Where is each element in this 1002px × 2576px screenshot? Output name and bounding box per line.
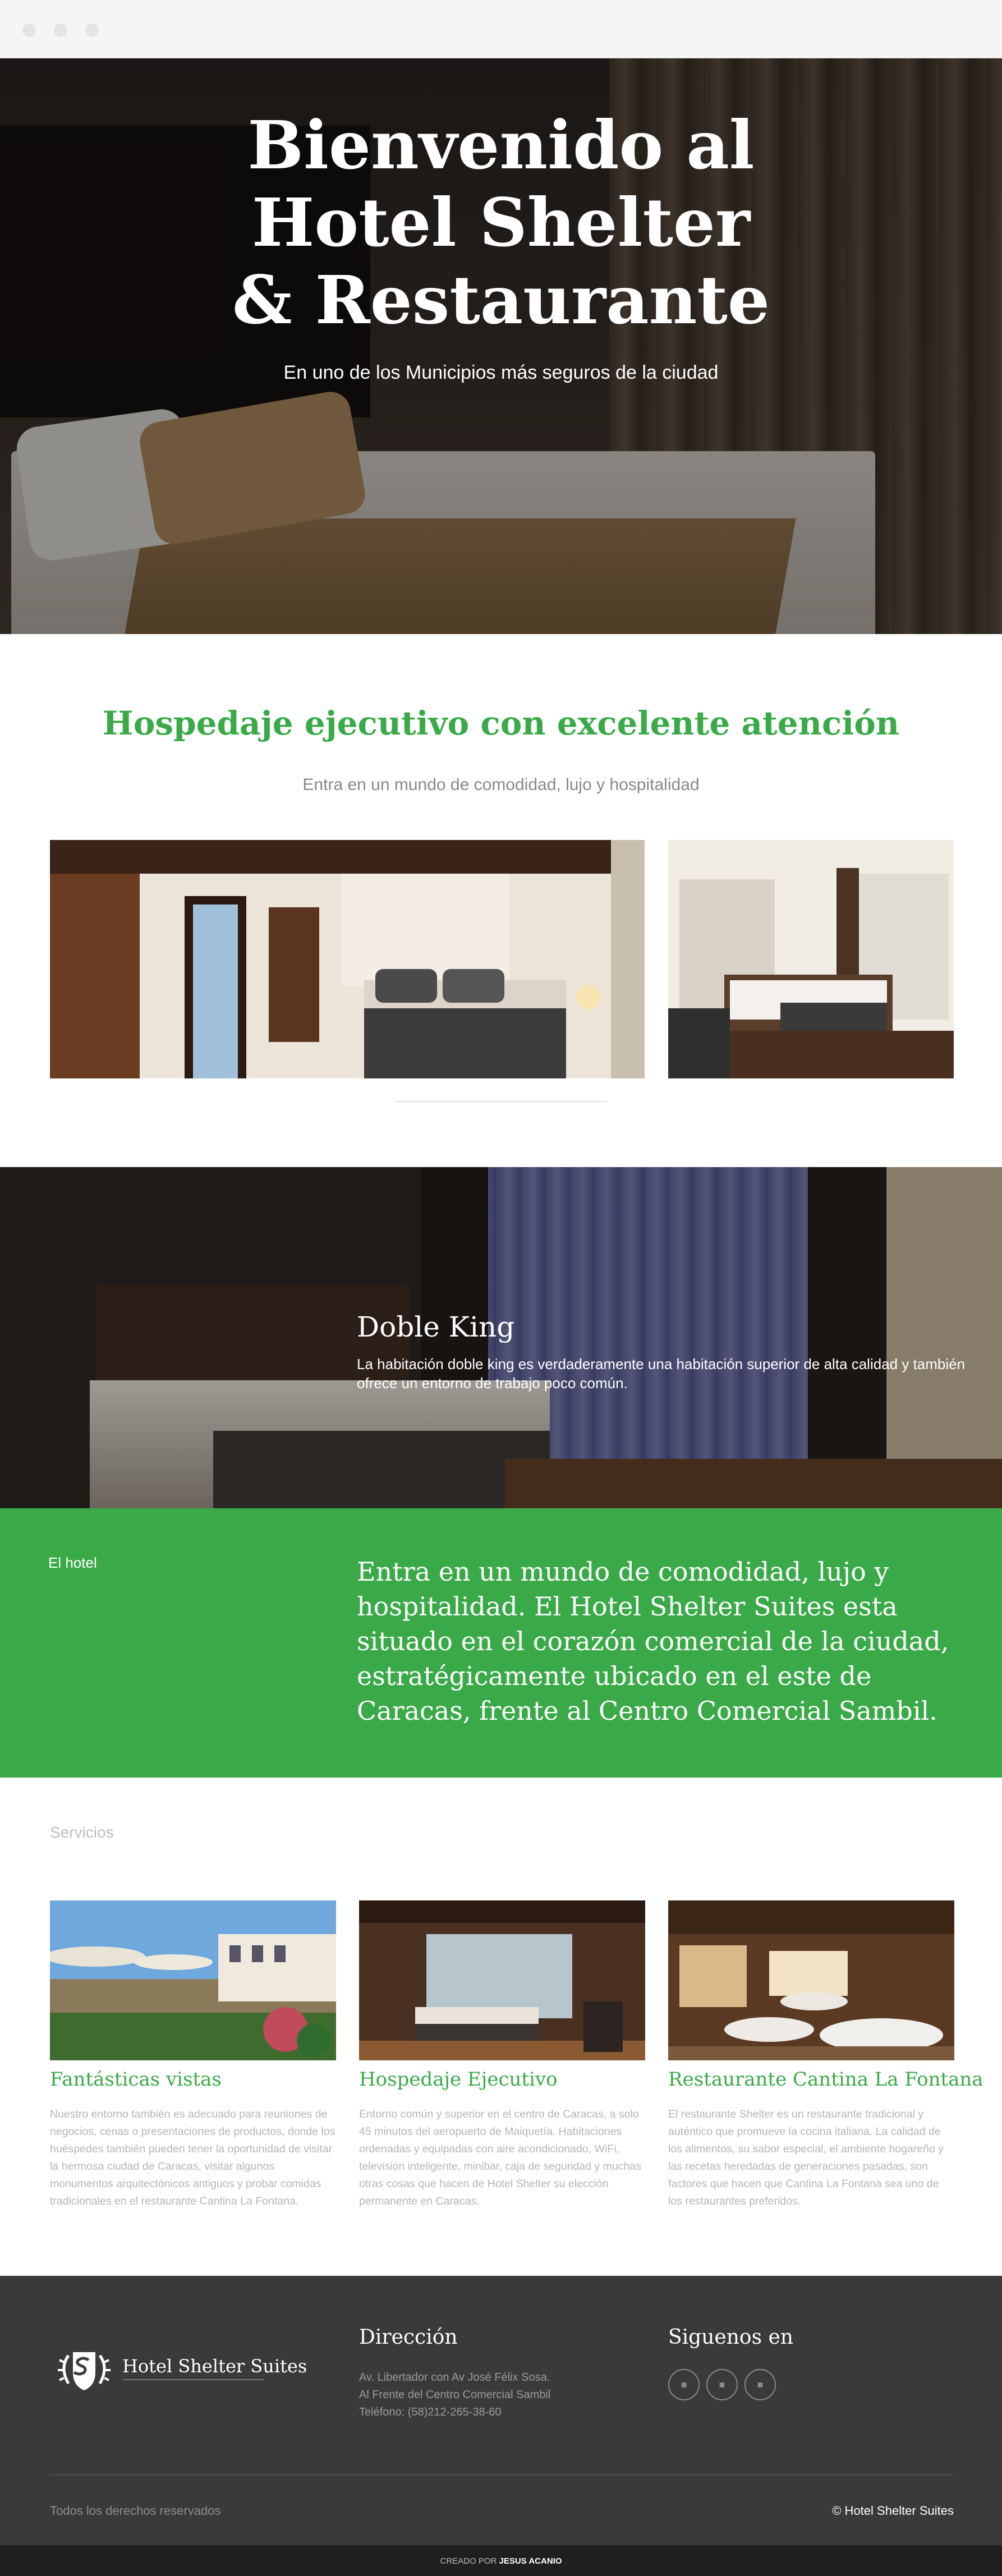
window-minimize-dot[interactable] (54, 24, 67, 37)
window-maximize-dot[interactable] (85, 24, 99, 37)
room-photo-small (668, 840, 954, 1078)
intro-title: Hospedaje ejecutivo con excelente atenci… (102, 704, 900, 742)
window-close-dot[interactable] (22, 24, 36, 37)
featured-room-description: La habitación doble king es verdaderamen… (357, 1356, 966, 1392)
social-heading: Siguenos en (668, 2326, 793, 2349)
social-icon-1[interactable]: ■ (668, 2369, 700, 2400)
footer-divider (50, 2474, 954, 2475)
section-divider (395, 1101, 607, 1102)
service-image-views (50, 1900, 336, 2060)
service-title-views: Fantásticas vistas (50, 2068, 222, 2091)
room-photo-large (50, 840, 645, 1078)
hero-title: Bienvenido al Hotel Shelter & Restaurant… (0, 107, 1002, 339)
footer-copyright: © Hotel Shelter Suites (832, 2504, 954, 2518)
footer-credit: CREADO POR JESUS ACANIO (0, 2556, 1002, 2566)
social-icon-2[interactable]: ■ (706, 2369, 738, 2400)
hero-title-line3: & Restaurante (232, 261, 770, 339)
address-heading: Dirección (359, 2326, 458, 2349)
hero-title-line2: Hotel Shelter (251, 183, 751, 261)
services-label: Servicios (50, 1824, 114, 1841)
window-chrome (0, 0, 1002, 58)
intro-subtitle: Entra en un mundo de comodidad, lujo y h… (302, 775, 700, 794)
shield-laurel-logo-icon[interactable] (56, 2345, 112, 2395)
social-icon-3[interactable]: ■ (744, 2369, 776, 2400)
credit-author-link[interactable]: JESUS ACANIO (499, 2556, 562, 2566)
service-image-restaurant (668, 1900, 954, 2060)
service-image-lodging (359, 1900, 645, 2060)
address-line-2: Al Frente del Centro Comercial Sambil (359, 2389, 551, 2401)
service-text-views: Nuestro entorno también es adecuado para… (50, 2108, 335, 2207)
hero-title-line1: Bienvenido al (247, 106, 755, 184)
about-text: Entra en un mundo de comodidad, lujo y h… (357, 1556, 949, 1726)
credit-prefix: CREADO POR (440, 2556, 497, 2566)
service-text-lodging: Entorno común y superior en el centro de… (359, 2108, 641, 2207)
address-line-1: Av. Libertador con Av José Félix Sosa. (359, 2371, 550, 2384)
about-label: El hotel (48, 1554, 97, 1571)
address-phone: Teléfono: (58)212-265-38-60 (359, 2406, 502, 2418)
featured-room-title: Doble King (357, 1311, 515, 1343)
footer-brand-underline (123, 2379, 264, 2380)
footer-brand: Hotel Shelter Suites (122, 2355, 307, 2377)
service-title-lodging: Hospedaje Ejecutivo (359, 2068, 558, 2091)
footer-rights: Todos los derechos reservados (50, 2504, 221, 2518)
address-block: Av. Libertador con Av José Félix Sosa. A… (359, 2369, 550, 2421)
service-title-restaurant: Restaurante Cantina La Fontana (668, 2068, 983, 2091)
service-text-restaurant: El restaurante Shelter es un restaurante… (668, 2108, 944, 2207)
hero-subtitle: En uno de los Municipios más seguros de … (283, 362, 719, 383)
